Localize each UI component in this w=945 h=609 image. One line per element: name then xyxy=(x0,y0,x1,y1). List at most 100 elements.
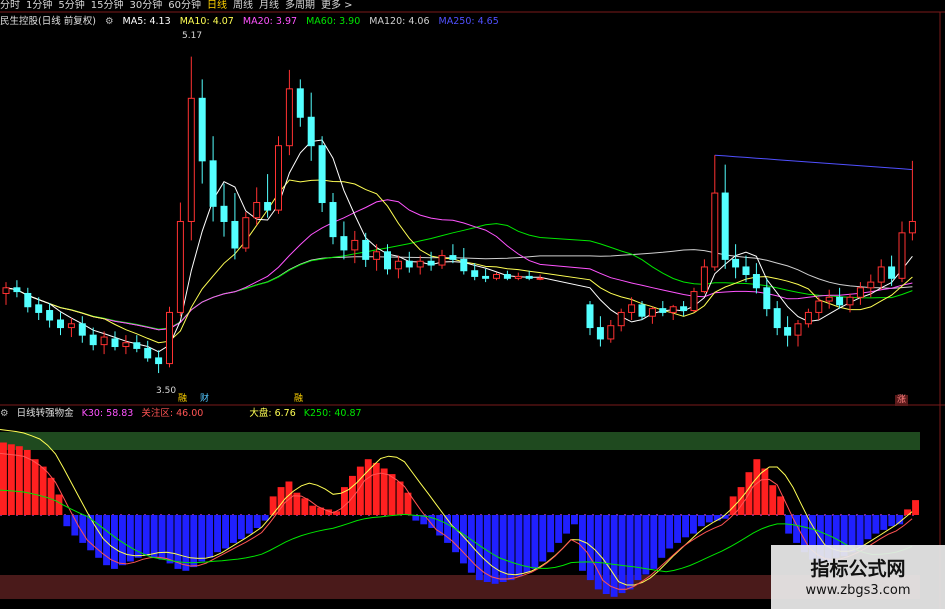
candle-body xyxy=(24,292,32,308)
candle-body xyxy=(815,300,823,313)
candle-body xyxy=(405,260,413,268)
candle-body xyxy=(752,274,760,289)
period-tab-6[interactable]: 日线 xyxy=(207,0,227,11)
ma60-label: MA60: 3.90 xyxy=(306,16,361,27)
candle-body xyxy=(482,275,490,279)
indicator-bar xyxy=(563,515,570,534)
indicator-bar xyxy=(880,515,888,530)
ma10-label: MA10: 4.07 xyxy=(179,16,234,27)
candle-body xyxy=(155,357,163,365)
high-price-label: 5.17 xyxy=(182,31,203,41)
candle-body xyxy=(144,347,152,359)
candle-body xyxy=(318,145,326,204)
indicator-bar xyxy=(198,515,206,562)
indicator-bar xyxy=(515,515,523,577)
price-legend: 民生控股(日线 前复权) ⚙ MA5: 4.13 MA10: 4.07 MA20… xyxy=(0,15,505,29)
period-tab-8[interactable]: 月线 xyxy=(259,0,279,11)
candle-body xyxy=(742,266,750,276)
candle-body xyxy=(794,323,802,336)
indicator-bar xyxy=(63,515,71,527)
indicator-bar xyxy=(261,515,269,521)
indicator-bar xyxy=(674,515,681,543)
indicator-bar xyxy=(634,515,642,581)
indicator-bar xyxy=(531,515,539,569)
margin-tag-2[interactable]: 融 xyxy=(294,394,303,405)
candle-body xyxy=(231,220,239,249)
candle-body xyxy=(908,220,916,234)
candle-body xyxy=(46,310,54,321)
candle-body xyxy=(285,88,293,147)
market-label: 大盘: 6.76 xyxy=(249,408,296,419)
period-tab-2[interactable]: 5分钟 xyxy=(58,0,84,11)
candle-body xyxy=(13,287,21,293)
candle-body xyxy=(607,325,615,340)
focus-zone-label: 关注区: 46.00 xyxy=(141,408,204,419)
strong-zone-band xyxy=(0,432,920,450)
indicator-bar xyxy=(594,515,602,590)
candle-body xyxy=(100,336,108,346)
candle-body xyxy=(877,266,885,283)
candle-body xyxy=(198,97,206,162)
indicator-bar xyxy=(491,515,499,584)
candle-body xyxy=(264,202,272,211)
indicator-bar xyxy=(682,515,689,538)
candle-body xyxy=(187,97,195,222)
period-tab-0[interactable]: 分时 xyxy=(0,0,20,11)
low-price-label: 3.50 xyxy=(156,386,177,396)
indicator-bar xyxy=(39,466,47,515)
rise-tag[interactable]: 涨 xyxy=(895,395,909,406)
period-tab-4[interactable]: 30分钟 xyxy=(129,0,162,11)
indicator-bar xyxy=(309,505,317,515)
candle-body xyxy=(351,239,359,251)
indicator-bar xyxy=(912,500,919,515)
ma5-label: MA5: 4.13 xyxy=(122,16,171,27)
candle-body xyxy=(394,260,402,270)
candle-body xyxy=(89,334,97,346)
indicator-bar xyxy=(547,515,555,553)
indicator-bar xyxy=(206,515,214,558)
candle-body xyxy=(253,202,261,219)
candle-body xyxy=(384,251,391,270)
period-tab-1[interactable]: 1分钟 xyxy=(26,0,52,11)
indicator-bar xyxy=(119,515,126,566)
candle-body xyxy=(111,338,119,348)
indicator-bar xyxy=(777,496,785,515)
candle-body xyxy=(536,277,544,280)
indicator-bar xyxy=(650,515,658,569)
period-tab-10[interactable]: 更多 > xyxy=(321,0,353,11)
settings-icon[interactable]: ⚙ xyxy=(105,16,114,27)
indicator-settings-icon[interactable]: ⚙ xyxy=(0,408,9,419)
indicator-bar xyxy=(285,481,293,515)
indicator-bar xyxy=(539,515,547,562)
margin-tag-1[interactable]: 融 xyxy=(178,394,187,405)
indicator-bar xyxy=(690,515,697,534)
period-tab-3[interactable]: 15分钟 xyxy=(91,0,124,11)
candle-body xyxy=(804,311,812,325)
indicator-bar xyxy=(253,515,261,528)
indicator-bar xyxy=(571,515,578,525)
indicator-bar xyxy=(388,474,396,515)
candle-body xyxy=(856,287,864,298)
indicator-bar xyxy=(642,515,650,575)
period-tab-9[interactable]: 多周期 xyxy=(285,0,315,11)
candle-body xyxy=(638,304,646,317)
indicator-name: 日线转强物金 xyxy=(16,408,74,419)
period-tab-5[interactable]: 60分钟 xyxy=(168,0,201,11)
indicator-bar xyxy=(705,515,713,523)
candle-body xyxy=(57,319,64,329)
candle-body xyxy=(220,205,228,222)
candle-body xyxy=(888,266,896,279)
indicator-bar xyxy=(761,468,769,515)
watermark-url: www.zbgs3.com xyxy=(805,583,911,598)
indicator-bar xyxy=(856,515,864,547)
indicator-bar xyxy=(174,515,182,569)
candle-body xyxy=(825,296,833,302)
indicator-bar xyxy=(396,481,404,515)
candle-body xyxy=(78,323,86,336)
indicator-bar xyxy=(95,515,103,558)
period-tab-7[interactable]: 周线 xyxy=(233,0,253,11)
finance-tag[interactable]: 财 xyxy=(200,394,209,405)
candle-body xyxy=(133,342,141,349)
candle-body xyxy=(242,217,250,249)
site-watermark: 指标公式网 www.zbgs3.com xyxy=(771,545,945,609)
